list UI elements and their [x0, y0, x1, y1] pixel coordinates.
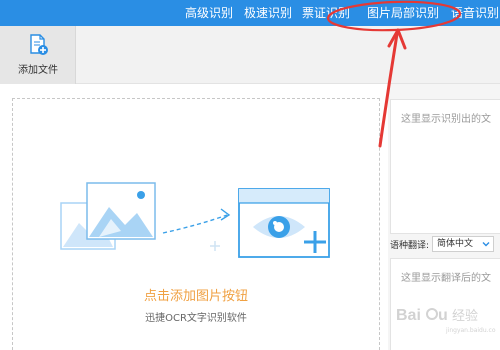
toolbar: 添加文件 — [0, 26, 500, 84]
svg-text:u: u — [438, 307, 448, 324]
add-file-button[interactable]: 添加文件 — [0, 26, 76, 84]
tab-advanced-ocr[interactable]: 高级识别 — [185, 0, 233, 26]
ocr-app-window: 高级识别 极速识别 票证识别 图片局部识别 语音识别 添加文件 点击添加图片按钮… — [0, 0, 500, 350]
image-drop-zone[interactable]: 点击添加图片按钮 迅捷OCR文字识别软件 — [12, 98, 380, 350]
add-image-prompt: 点击添加图片按钮 — [143, 289, 248, 304]
translation-placeholder: 这里显示翻译后的文 — [401, 273, 491, 284]
svg-text:经验: 经验 — [452, 308, 478, 324]
chevron-down-icon — [482, 242, 490, 247]
top-nav-bar: 高级识别 极速识别 票证识别 图片局部识别 语音识别 — [0, 0, 500, 26]
baidu-logo-icon: Bai u 经验 jingyan.baidu.com — [396, 307, 500, 334]
recognition-result-area[interactable]: 这里显示识别出的文 — [390, 99, 500, 234]
tab-ticket-ocr[interactable]: 票证识别 — [302, 0, 350, 26]
add-file-label: 添加文件 — [18, 65, 58, 76]
translate-language-label: 语种翻译: — [390, 241, 430, 251]
tab-image-region-ocr[interactable]: 图片局部识别 — [367, 0, 439, 26]
result-placeholder: 这里显示识别出的文 — [401, 114, 491, 125]
baidu-jingyan-watermark: Bai u 经验 jingyan.baidu.com — [386, 296, 500, 336]
tab-fast-ocr[interactable]: 极速识别 — [244, 0, 292, 26]
svg-text:jingyan.baidu.com: jingyan.baidu.com — [445, 327, 496, 334]
app-subtitle: 迅捷OCR文字识别软件 — [145, 313, 247, 324]
tab-voice-ocr[interactable]: 语音识别 — [451, 0, 499, 26]
translate-language-select[interactable]: 简体中文 — [432, 236, 494, 252]
translate-language-value: 简体中文 — [437, 239, 474, 249]
svg-text:Bai: Bai — [396, 307, 421, 324]
add-file-icon — [30, 34, 48, 55]
